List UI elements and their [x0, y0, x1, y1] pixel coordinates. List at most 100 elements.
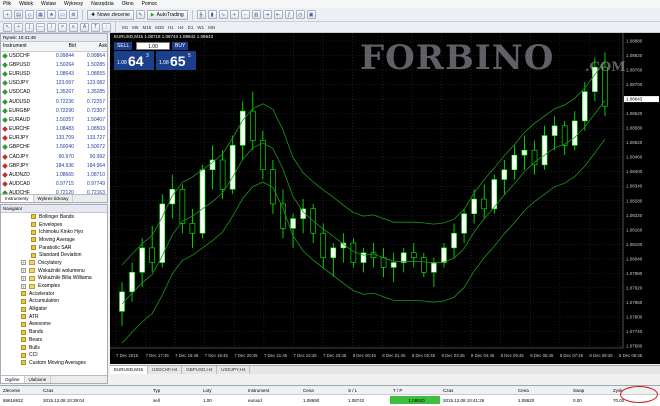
terminal-col-header[interactable]: Instrument: [245, 386, 300, 394]
bar-chart-icon[interactable]: ╫: [196, 10, 206, 19]
buy-price[interactable]: 1.08 65 5: [156, 51, 196, 70]
candlestick-icon[interactable]: ▮: [207, 10, 217, 19]
meta-editor-icon[interactable]: ✎: [135, 10, 145, 19]
navigator-icon[interactable]: ★: [47, 10, 56, 19]
text-icon[interactable]: A: [80, 22, 89, 32]
navigator-item[interactable]: Parabolic SAR: [1, 244, 107, 252]
tab-tick-chart[interactable]: Wykres tickowy: [34, 195, 74, 202]
col-ask[interactable]: Ask: [75, 42, 107, 52]
navigator-item[interactable]: Accelerator: [1, 290, 107, 298]
timeframe-mn[interactable]: MN: [206, 25, 217, 30]
trendline-icon[interactable]: /: [47, 22, 56, 32]
table-row[interactable]: USDCAD 1.35267 1.35285: [1, 88, 107, 97]
menu-item[interactable]: Narzędzia: [91, 1, 114, 7]
market-watch-icon[interactable]: ◇: [25, 10, 34, 19]
terminal-col-header[interactable]: T / P: [390, 386, 440, 394]
tab-general[interactable]: Ogólne: [1, 376, 25, 383]
table-row[interactable]: USDJPY 123.067 123.082: [1, 79, 107, 88]
sell-price[interactable]: 1.08 64 3: [114, 51, 154, 70]
buy-button[interactable]: BUY: [172, 42, 189, 50]
tab-favorites[interactable]: Ulubione: [25, 376, 52, 383]
sell-button[interactable]: SELL: [114, 42, 133, 50]
chart-tab[interactable]: USDJPY,H4: [217, 366, 251, 374]
table-row[interactable]: AUDNZD 1.08665 1.08710: [1, 170, 107, 179]
timeframe-h1[interactable]: H1: [166, 25, 176, 30]
navigator-item[interactable]: Alligator: [1, 305, 107, 313]
menu-item[interactable]: Wstaw: [41, 1, 56, 7]
zoom-out-icon[interactable]: −: [240, 10, 250, 19]
table-row[interactable]: 86616932 2015.12.08 10:39:04 sell 1.00 eurus…: [0, 395, 660, 405]
table-row[interactable]: EURJPY 133.709 133.727: [1, 134, 107, 143]
terminal-col-header[interactable]: S / L: [345, 386, 390, 394]
timeframe-h4[interactable]: H4: [176, 25, 186, 30]
timeframe-m1[interactable]: M1: [120, 25, 130, 30]
table-row[interactable]: AUDCAD 0.97715 0.97749: [1, 180, 107, 189]
zoom-in-icon[interactable]: +: [229, 10, 239, 19]
tab-instruments[interactable]: Instrumenty: [1, 195, 34, 202]
navigator-item[interactable]: Bollinger Bands: [1, 213, 107, 221]
chart-window[interactable]: 1.08880 1.08820 1.08760 1.08700 1.08643 1.086…: [110, 33, 660, 364]
table-row[interactable]: CADJPY 90.970 90.992: [1, 152, 107, 161]
navigator-item[interactable]: Bands: [1, 328, 107, 336]
fibonacci-icon[interactable]: ≡: [69, 22, 78, 32]
auto-scroll-icon[interactable]: ⇥: [262, 10, 272, 19]
terminal-col-header[interactable]: Cena: [300, 386, 345, 394]
horizontal-line-icon[interactable]: —: [36, 22, 45, 32]
timeframe-d1[interactable]: D1: [186, 25, 196, 30]
terminal-col-header[interactable]: Zlecenie: [0, 386, 40, 394]
menu-item[interactable]: Widok: [19, 1, 33, 7]
label-icon[interactable]: T: [91, 22, 100, 32]
timeframe-m30[interactable]: M30: [153, 25, 166, 30]
templates-icon[interactable]: ▣: [306, 10, 316, 19]
navigator-item[interactable]: Awesome: [1, 321, 107, 329]
chart-tab[interactable]: USDCHF,H4: [148, 366, 183, 374]
table-row[interactable]: EURAUD 1.50357 1.50407: [1, 115, 107, 124]
chart-shift-icon[interactable]: ⇤: [273, 10, 283, 19]
navigator-item[interactable]: CCI: [1, 351, 107, 359]
terminal-col-header[interactable]: Cena: [515, 386, 570, 394]
crosshair-icon[interactable]: +: [14, 22, 23, 32]
line-chart-icon[interactable]: ∿: [218, 10, 228, 19]
col-bid[interactable]: Bid: [44, 42, 76, 52]
data-window-icon[interactable]: ▦: [36, 10, 45, 19]
menu-item[interactable]: Okno: [122, 1, 134, 7]
terminal-col-header[interactable]: Czas: [440, 386, 515, 394]
table-row[interactable]: EURCHF 1.08483 1.08503: [1, 125, 107, 134]
table-row[interactable]: GBPCHF 1.50040 1.50072: [1, 143, 107, 152]
periods-icon[interactable]: ◷: [295, 10, 305, 19]
navigator-item[interactable]: Bulls: [1, 344, 107, 352]
table-row[interactable]: EURGBP 0.72290 0.72307: [1, 106, 107, 115]
chart-tab[interactable]: GBPUSD,H4: [182, 366, 218, 374]
table-row[interactable]: USDCHF 0.99844 0.99864: [1, 51, 107, 60]
channel-icon[interactable]: ≠: [58, 22, 67, 32]
terminal-col-header[interactable]: Typ: [150, 386, 200, 394]
terminal-col-header[interactable]: Loty: [200, 386, 245, 394]
menu-item[interactable]: Wykresy: [64, 1, 83, 7]
navigator-item[interactable]: ATR: [1, 313, 107, 321]
tile-windows-icon[interactable]: ▥: [251, 10, 261, 19]
profiles-icon[interactable]: ▤: [14, 10, 23, 19]
price-chart[interactable]: 1.088801.088201.087601.087001.086431.086…: [110, 33, 660, 364]
table-row[interactable]: GBPUSD 1.50264 1.50285: [1, 60, 107, 69]
vertical-line-icon[interactable]: |: [25, 22, 34, 32]
timeframe-w1[interactable]: W1: [195, 25, 206, 30]
terminal-col-header[interactable]: Czas: [40, 386, 150, 394]
expand-icon[interactable]: +: [21, 283, 26, 289]
expand-icon[interactable]: +: [21, 275, 26, 281]
timeframe-m5[interactable]: M5: [130, 25, 140, 30]
navigator-item[interactable]: + Wskaźniki Billa Williama: [1, 275, 107, 283]
navigator-item[interactable]: + Oscylatory: [1, 259, 107, 267]
navigator-item[interactable]: Envelopes: [1, 221, 107, 229]
tester-icon[interactable]: ⚙: [69, 10, 78, 19]
terminal-icon[interactable]: ▭: [58, 10, 67, 19]
chart-tab[interactable]: EURUSD,M15: [110, 366, 149, 374]
table-row[interactable]: AUDUSD 0.72236 0.72257: [1, 97, 107, 106]
expand-icon[interactable]: +: [21, 260, 26, 266]
indicators-icon[interactable]: ƒ: [284, 10, 294, 19]
expand-icon[interactable]: +: [21, 268, 26, 274]
col-instrument[interactable]: Instrument: [1, 42, 45, 52]
new-order-button[interactable]: ✚ Nowe zlecenie: [87, 9, 134, 20]
navigator-item[interactable]: Accumulation: [1, 298, 107, 306]
arrows-icon[interactable]: ↑: [102, 22, 111, 32]
menu-item[interactable]: Pomoc: [142, 1, 158, 7]
